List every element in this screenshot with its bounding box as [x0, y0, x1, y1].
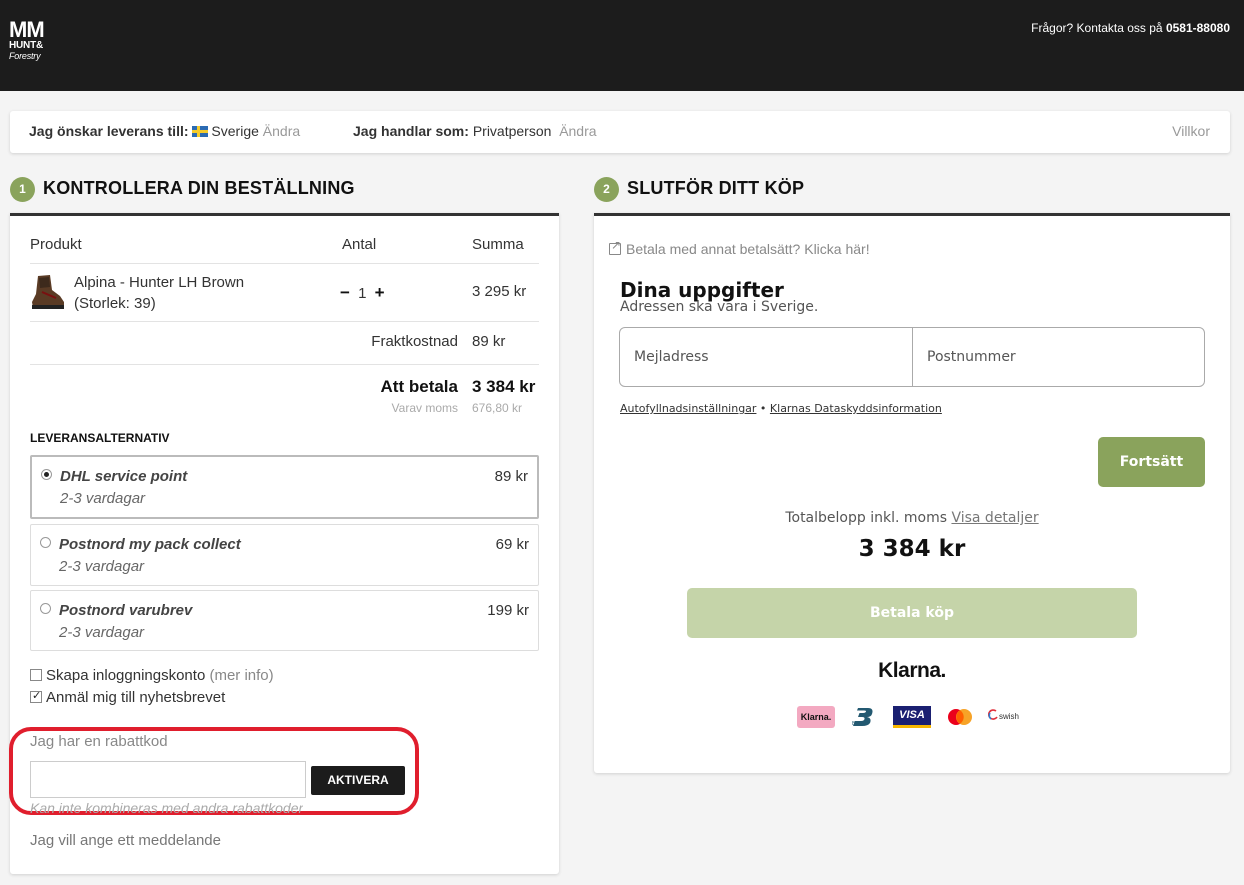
total-amount: 3 384 kr	[858, 536, 966, 562]
product-thumbnail[interactable]	[30, 272, 66, 312]
change-country-link[interactable]: Ändra	[263, 123, 300, 139]
external-link-icon	[609, 238, 621, 255]
radio-selected[interactable]	[41, 469, 52, 480]
qty-value: 1	[358, 285, 367, 302]
step2-number: 2	[594, 177, 619, 202]
alt-payment-link[interactable]: Betala med annat betalsätt? Klicka här!	[609, 238, 870, 257]
bankid-label: BankID	[852, 721, 869, 727]
site-logo[interactable]: MM HUNT& Forestry	[9, 19, 63, 69]
pay-button[interactable]: Betala köp	[687, 588, 1137, 638]
total-label-text: Totalbelopp inkl. moms	[785, 510, 947, 526]
radio-unselected[interactable]	[40, 603, 51, 614]
delivery-option-name: Postnord varubrev	[59, 602, 193, 619]
step1-title-text: KONTROLLERA DIN BESTÄLLNING	[43, 178, 355, 198]
radio-unselected[interactable]	[40, 537, 51, 548]
step2-title: 2 SLUTFÖR DITT KÖP	[594, 177, 804, 202]
delivery-options-heading: LEVERANSALTERNATIV	[30, 431, 170, 445]
terms-link[interactable]: Villkor	[1172, 123, 1210, 139]
buyer-type: Privatperson	[472, 123, 552, 139]
vat-label: Varav moms	[391, 401, 458, 415]
delivery-option-postnord-pack[interactable]: Postnord my pack collect 2-3 vardagar 69…	[30, 524, 539, 586]
klarna-links: Autofyllnadsinställningar • Klarnas Data…	[620, 402, 942, 415]
delivery-info-bar: Jag önskar leverans till: Sverige Ändra …	[10, 111, 1230, 153]
email-field[interactable]	[620, 328, 912, 386]
contact-phone[interactable]: 0581-88080	[1166, 21, 1230, 35]
product-name[interactable]: Alpina - Hunter LH Brown (Storlek: 39)	[74, 272, 244, 314]
klarna-logo: Klarna.	[878, 659, 946, 682]
promo-code-input[interactable]	[30, 761, 306, 798]
paren-close: )	[268, 667, 274, 684]
qty-increase-button[interactable]: +	[371, 283, 389, 302]
details-subheading: Adressen ska vara i Sverige.	[620, 299, 819, 315]
create-account-label: Skapa inloggningskonto (mer info)	[46, 667, 274, 684]
delivery-option-days: 2-3 vardagar	[60, 490, 146, 507]
add-message-link[interactable]: Jag vill ange ett meddelande	[30, 832, 221, 849]
visa-icon: VISA	[893, 706, 931, 728]
delivery-option-days: 2-3 vardagar	[59, 624, 145, 641]
more-info-link[interactable]: mer info	[214, 667, 268, 684]
logo-text: HUNT&	[9, 40, 43, 51]
promo-code-label[interactable]: Jag har en rabattkod	[30, 733, 168, 750]
create-account-text: Skapa inloggningskonto	[46, 667, 206, 684]
col-sum-header: Summa	[472, 236, 524, 253]
activate-promo-button[interactable]: AKTIVERA	[311, 766, 405, 795]
contact-info: Frågor? Kontakta oss på 0581-88080	[1031, 21, 1230, 35]
customer-type: Jag handlar som: Privatperson Ändra	[353, 123, 597, 139]
buyer-label: Jag handlar som:	[353, 123, 469, 139]
logo-mark: MM	[9, 17, 45, 42]
postal-code-field[interactable]	[913, 328, 1204, 386]
delivery-country: Sverige	[211, 123, 259, 139]
delivery-option-name: DHL service point	[60, 468, 188, 485]
link-separator: •	[756, 402, 770, 415]
alt-payment-text: Betala med annat betalsätt? Klicka här!	[626, 241, 870, 257]
delivery-option-price: 199 kr	[487, 602, 529, 619]
sweden-flag-icon	[192, 126, 209, 137]
privacy-info-link[interactable]: Klarnas Dataskyddsinformation	[770, 402, 942, 415]
divider	[30, 263, 539, 264]
delivery-option-price: 69 kr	[495, 536, 529, 553]
mastercard-icon	[945, 706, 975, 728]
swish-label: swish	[999, 712, 1020, 721]
step1-title: 1 KONTROLLERA DIN BESTÄLLNING	[10, 177, 355, 202]
shipping-label: Fraktkostnad	[371, 333, 458, 350]
swish-icon: swish	[987, 706, 1030, 728]
total-label: Att betala	[380, 377, 458, 396]
product-variant: (Storlek: 39)	[74, 295, 156, 312]
divider	[30, 321, 539, 322]
col-product-header: Produkt	[30, 236, 82, 253]
qty-decrease-button[interactable]: −	[336, 283, 354, 302]
delivery-option-price: 89 kr	[494, 468, 528, 485]
shipping-value: 89 kr	[472, 333, 506, 350]
newsletter-checkbox[interactable]	[30, 689, 42, 703]
product-sum: 3 295 kr	[472, 283, 527, 300]
total-value: 3 384 kr	[472, 377, 536, 396]
contact-fields	[619, 327, 1205, 387]
show-details-link[interactable]: Visa detaljer	[951, 510, 1038, 526]
vat-value: 676,80 kr	[472, 401, 523, 415]
delivery-destination: Jag önskar leverans till: Sverige Ändra	[29, 123, 300, 139]
delivery-option-dhl[interactable]: DHL service point 2-3 vardagar 89 kr	[30, 455, 539, 519]
site-header: MM HUNT& Forestry Frågor? Kontakta oss p…	[0, 0, 1244, 91]
delivery-option-name: Postnord my pack collect	[59, 536, 241, 553]
create-account-checkbox[interactable]	[30, 669, 42, 681]
continue-button[interactable]: Fortsätt	[1098, 437, 1205, 487]
step1-number: 1	[10, 177, 35, 202]
promo-note: Kan inte kombineras med andra rabattkode…	[30, 800, 304, 815]
delivery-label: Jag önskar leverans till:	[29, 123, 189, 139]
bankid-icon: BankID	[849, 706, 879, 728]
logo-text-2: Forestry	[9, 51, 41, 61]
col-qty-header: Antal	[342, 236, 377, 253]
klarna-payment-icon: Klarna.	[797, 706, 835, 728]
product-title: Alpina - Hunter LH Brown	[74, 274, 245, 291]
delivery-option-days: 2-3 vardagar	[59, 558, 145, 575]
change-buyer-link[interactable]: Ändra	[559, 123, 596, 139]
quantity-stepper: − 1 +	[336, 283, 389, 303]
divider	[30, 364, 539, 365]
total-amount-label: Totalbelopp inkl. moms Visa detaljer	[594, 510, 1230, 526]
newsletter-label: Anmäl mig till nyhetsbrevet	[46, 689, 226, 706]
delivery-option-postnord-varubrev[interactable]: Postnord varubrev 2-3 vardagar 199 kr	[30, 590, 539, 651]
step2-title-text: SLUTFÖR DITT KÖP	[627, 178, 805, 198]
autofill-settings-link[interactable]: Autofyllnadsinställningar	[620, 402, 756, 415]
contact-prefix: Frågor? Kontakta oss på	[1031, 21, 1163, 35]
